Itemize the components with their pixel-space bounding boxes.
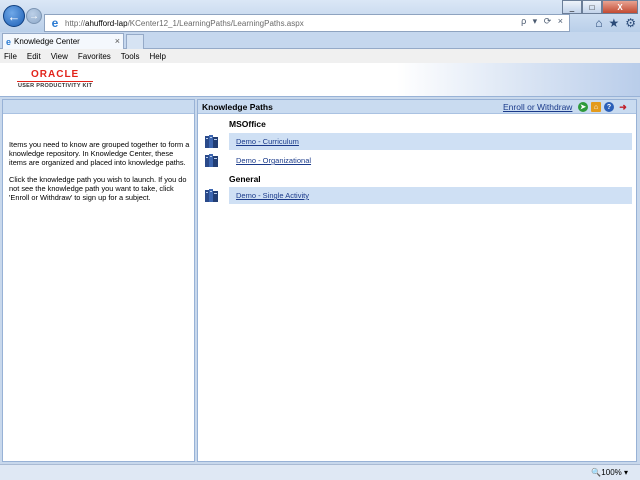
path-row[interactable]: Demo - Curriculum — [201, 133, 633, 150]
address-bar[interactable]: e http://ahufford-lap/KCenter12_1/Learni… — [44, 14, 570, 32]
path-highlight: Demo - Curriculum — [229, 133, 632, 150]
group-title-msoffice: MSOffice — [229, 119, 266, 129]
product-name: USER PRODUCTIVITY KIT — [17, 83, 93, 89]
menu-favorites[interactable]: Favorites — [78, 52, 111, 61]
knowledge-paths-header: Knowledge Paths Enroll or Withdraw ➤ ⌂ ?… — [198, 100, 636, 114]
path-link-organizational[interactable]: Demo - Organizational — [236, 156, 311, 165]
window-controls: _ □ X — [562, 0, 638, 14]
oracle-upk-logo: ORACLE USER PRODUCTIVITY KIT — [17, 68, 94, 89]
tab-knowledge-center[interactable]: e Knowledge Center × — [2, 33, 124, 49]
intro-text-1: Items you need to know are grouped toget… — [9, 140, 190, 167]
path-row[interactable]: Demo - Organizational — [201, 152, 633, 169]
tab-row: e Knowledge Center × — [0, 32, 640, 49]
page-title: Knowledge Paths — [202, 102, 273, 112]
books-icon — [205, 154, 218, 167]
address-tools[interactable]: ρ ▾ ⟳ × — [521, 16, 565, 27]
zoom-level[interactable]: 🔍100% ▾ — [591, 468, 628, 477]
oracle-brand: ORACLE — [17, 69, 94, 82]
ie-page-icon: e — [51, 16, 59, 30]
browser-title-bar: ← → e http://ahufford-lap/KCenter12_1/Le… — [0, 0, 640, 32]
home-icon[interactable]: ⌂ — [591, 102, 601, 112]
go-arrow-icon[interactable]: ➤ — [578, 102, 588, 112]
info-pane: Items you need to know are grouped toget… — [2, 99, 195, 462]
enroll-or-withdraw-link[interactable]: Enroll or Withdraw — [503, 102, 572, 112]
url-text: http://ahufford-lap/KCenter12_1/Learning… — [65, 18, 304, 28]
tab-close-icon[interactable]: × — [115, 36, 120, 46]
oracle-header: ORACLE USER PRODUCTIVITY KIT — [0, 63, 640, 97]
maximize-button[interactable]: □ — [582, 0, 602, 14]
exit-icon[interactable]: ➜ — [618, 102, 628, 112]
knowledge-paths-pane: Knowledge Paths Enroll or Withdraw ➤ ⌂ ?… — [197, 99, 637, 462]
help-icon[interactable]: ? — [604, 102, 614, 112]
menu-tools[interactable]: Tools — [121, 52, 140, 61]
home-icon[interactable]: ⌂ — [595, 16, 602, 30]
menu-help[interactable]: Help — [149, 52, 165, 61]
favorites-star-icon[interactable]: ★ — [608, 16, 619, 30]
minimize-button[interactable]: _ — [562, 0, 582, 14]
tab-title: Knowledge Center — [14, 37, 80, 46]
status-bar: 🔍100% ▾ — [0, 464, 640, 480]
intro-text-2: Click the knowledge path you wish to lau… — [9, 175, 187, 202]
path-link-curriculum[interactable]: Demo - Curriculum — [236, 137, 299, 146]
new-tab-button[interactable] — [126, 34, 144, 49]
books-icon — [205, 189, 218, 202]
info-pane-header — [3, 100, 194, 114]
menu-file[interactable]: File — [4, 52, 17, 61]
menu-bar: File Edit View Favorites Tools Help — [0, 49, 640, 63]
forward-button[interactable]: → — [26, 8, 42, 24]
group-title-general: General — [229, 174, 261, 184]
books-icon — [205, 135, 218, 148]
ie-tab-icon: e — [6, 36, 12, 47]
close-window-button[interactable]: X — [602, 0, 638, 14]
path-plain: Demo - Organizational — [229, 152, 632, 169]
menu-edit[interactable]: Edit — [27, 52, 41, 61]
path-highlight: Demo - Single Activity — [229, 187, 632, 204]
settings-gear-icon[interactable]: ⚙ — [625, 16, 636, 30]
back-button[interactable]: ← — [3, 5, 25, 27]
browser-toolbar-icons: ⌂ ★ ⚙ — [595, 16, 636, 30]
menu-view[interactable]: View — [51, 52, 68, 61]
path-link-single-activity[interactable]: Demo - Single Activity — [236, 191, 309, 200]
path-row[interactable]: Demo - Single Activity — [201, 187, 633, 204]
